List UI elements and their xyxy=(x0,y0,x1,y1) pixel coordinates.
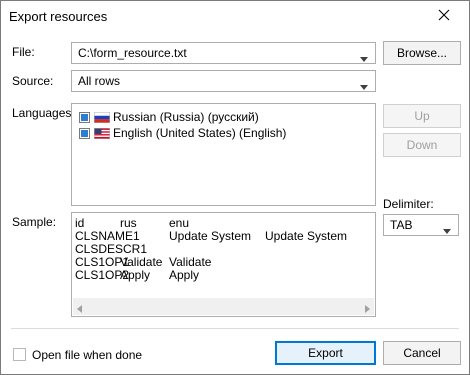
languages-label: Languages: xyxy=(12,106,75,120)
open-when-done-checkbox[interactable] xyxy=(13,348,26,361)
close-icon xyxy=(438,9,450,24)
language-checkbox[interactable] xyxy=(79,127,90,139)
file-label: File: xyxy=(12,45,35,59)
scroll-left-arrow-icon[interactable] xyxy=(77,302,82,316)
language-label: Russian (Russia) (русский) xyxy=(113,110,259,124)
up-button[interactable]: Up xyxy=(383,104,461,128)
dropdown-arrow-icon xyxy=(360,79,368,93)
open-when-done-label[interactable]: Open file when done xyxy=(32,348,142,362)
export-resources-dialog: Export resources File: C:\form_resource.… xyxy=(0,0,470,375)
delimiter-value: TAB xyxy=(390,218,413,232)
source-label: Source: xyxy=(12,74,54,88)
footer-separator xyxy=(11,328,459,329)
browse-button[interactable]: Browse... xyxy=(383,41,461,65)
file-combobox[interactable]: C:\form_resource.txt xyxy=(71,42,376,64)
language-checkbox[interactable] xyxy=(79,111,90,123)
down-button[interactable]: Down xyxy=(383,133,461,157)
scroll-right-arrow-icon[interactable] xyxy=(365,302,370,316)
source-combobox[interactable]: All rows xyxy=(71,70,376,92)
dropdown-arrow-icon xyxy=(360,51,368,65)
delimiter-label: Delimiter: xyxy=(383,197,434,211)
delimiter-combobox[interactable]: TAB xyxy=(383,214,459,236)
dialog-title: Export resources xyxy=(9,9,108,24)
language-item-english[interactable]: English (United States) (English) xyxy=(79,125,286,141)
close-button[interactable] xyxy=(419,1,469,32)
russia-flag-icon xyxy=(94,111,110,123)
cancel-button[interactable]: Cancel xyxy=(383,341,461,365)
sample-preview[interactable]: id rus enu CLSNAME1 Update System Update… xyxy=(71,212,376,317)
horizontal-scrollbar[interactable] xyxy=(73,298,374,315)
dropdown-arrow-icon xyxy=(443,223,451,237)
sample-label: Sample: xyxy=(12,215,57,229)
language-label: English (United States) (English) xyxy=(113,126,287,140)
language-item-russian[interactable]: Russian (Russia) (русский) xyxy=(79,109,259,125)
file-path-value: C:\form_resource.txt xyxy=(78,46,187,60)
export-button[interactable]: Export xyxy=(275,341,376,365)
us-flag-icon xyxy=(94,127,110,139)
languages-list[interactable]: Russian (Russia) (русский) English (Unit… xyxy=(71,103,376,206)
source-value: All rows xyxy=(78,74,121,88)
title-bar: Export resources xyxy=(1,1,469,32)
